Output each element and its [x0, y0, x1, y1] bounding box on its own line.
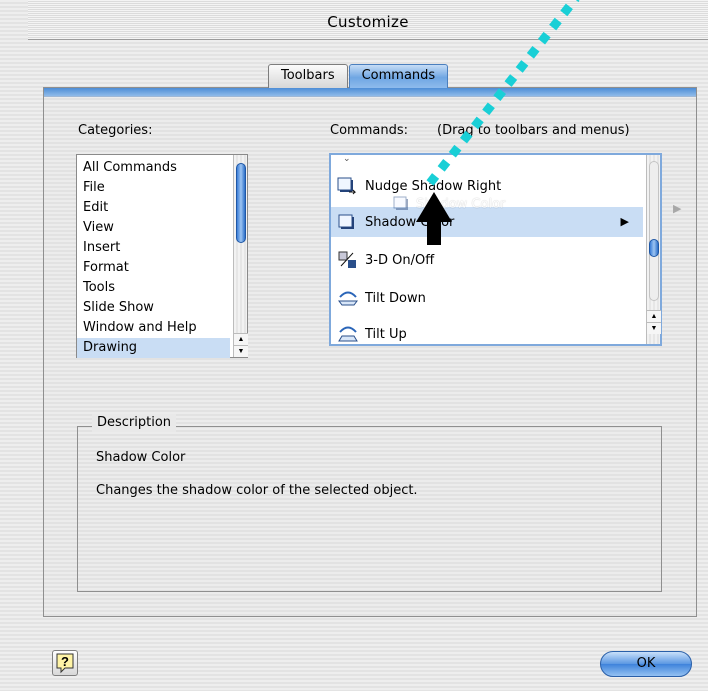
command-item[interactable]: Tilt Up: [337, 319, 642, 349]
command-label: Nudge Shadow Right: [365, 178, 502, 194]
description-text: Changes the shadow color of the selected…: [96, 483, 418, 498]
tab-commands[interactable]: Commands: [348, 64, 449, 88]
category-file[interactable]: File: [83, 178, 105, 198]
categories-scrollbar[interactable]: ▲ ▼: [233, 155, 248, 357]
tab-bar: Toolbars Commands: [268, 64, 449, 88]
scroll-down-arrow-icon[interactable]: ▼: [234, 345, 248, 357]
category-window-and-help[interactable]: Window and Help: [83, 318, 197, 338]
help-button[interactable]: ?: [52, 650, 78, 676]
category-all-commands[interactable]: All Commands: [83, 158, 177, 178]
panel-accent-bar: [44, 88, 696, 97]
command-label: Tilt Down: [365, 290, 426, 306]
commands-scroll-thumb[interactable]: [649, 239, 659, 257]
commands-label: Commands:: [330, 123, 408, 138]
command-label: 3-D On/Off: [365, 252, 435, 268]
shadow-color-ghost-icon: [393, 196, 408, 210]
categories-scroll-thumb[interactable]: [236, 163, 246, 243]
category-slide-show[interactable]: Slide Show: [83, 298, 154, 318]
commands-list[interactable]: ⌄ Nudge Shadow Right Shadow Color ▶ 3-D …: [329, 153, 662, 346]
window-title: Customize: [327, 13, 409, 31]
drag-ghost-label: Shadow Color: [416, 196, 506, 212]
partial-item-icon: ⌄: [343, 153, 351, 163]
command-label: Shadow Color: [365, 214, 455, 230]
submenu-arrow-icon: ▶: [620, 215, 629, 228]
description-name: Shadow Color: [96, 450, 186, 465]
command-item[interactable]: 3-D On/Off: [337, 245, 642, 275]
categories-list[interactable]: All Commands File Edit View Insert Forma…: [76, 154, 248, 358]
categories-label: Categories:: [78, 123, 153, 138]
category-edit[interactable]: Edit: [83, 198, 108, 218]
category-view[interactable]: View: [83, 218, 114, 238]
category-tools[interactable]: Tools: [83, 278, 115, 298]
tab-toolbars[interactable]: Toolbars: [268, 64, 348, 88]
scroll-up-arrow-icon[interactable]: ▲: [647, 310, 661, 322]
nudge-shadow-right-icon: [337, 175, 359, 197]
tilt-down-icon: [337, 287, 359, 309]
help-glyph: ?: [61, 654, 69, 669]
command-label: Tilt Up: [365, 326, 407, 342]
scroll-up-arrow-icon[interactable]: ▲: [234, 333, 248, 345]
commands-hint: (Drag to toolbars and menus): [437, 123, 630, 138]
scroll-down-arrow-icon[interactable]: ▼: [647, 322, 661, 334]
category-insert[interactable]: Insert: [83, 238, 120, 258]
command-item[interactable]: Tilt Down: [337, 283, 642, 313]
ok-button[interactable]: OK: [600, 651, 692, 677]
scroll-track: [649, 161, 659, 301]
description-legend: Description: [92, 414, 177, 432]
category-drawing[interactable]: Drawing: [77, 338, 230, 358]
shadow-color-icon: [337, 211, 359, 233]
commands-scrollbar[interactable]: ▲ ▼: [646, 155, 661, 344]
drag-ghost: Shadow Color: [392, 194, 505, 214]
category-format[interactable]: Format: [83, 258, 129, 278]
overflow-arrow-icon: ▶: [673, 203, 682, 215]
3d-icon: [337, 249, 359, 271]
title-bar: Customize: [28, 0, 708, 40]
tilt-up-icon: [337, 323, 359, 345]
